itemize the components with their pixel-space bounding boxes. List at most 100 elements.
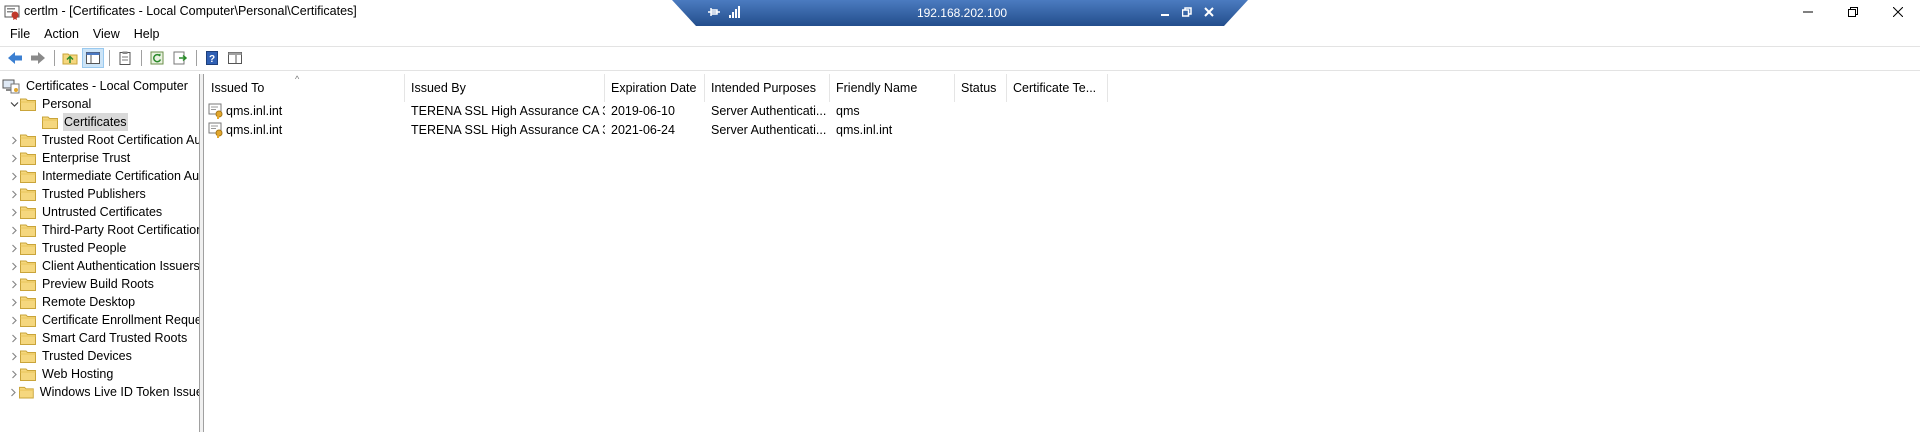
toolbar-bottom-border bbox=[0, 70, 1920, 71]
chevron-right-icon[interactable] bbox=[8, 293, 20, 311]
help-button[interactable]: ? bbox=[201, 48, 223, 68]
tree-item-trusted-publishers[interactable]: Trusted Publishers bbox=[8, 185, 199, 203]
column-header-friendly-name[interactable]: Friendly Name bbox=[830, 74, 955, 102]
menu-view[interactable]: View bbox=[86, 24, 127, 44]
remote-host-address: 192.168.202.100 bbox=[916, 6, 1008, 20]
chevron-right-icon[interactable] bbox=[8, 239, 20, 257]
tree-item-certificate-enrollment-reque[interactable]: Certificate Enrollment Reque bbox=[8, 311, 199, 329]
tree-item-preview-build-roots[interactable]: Preview Build Roots bbox=[8, 275, 199, 293]
chevron-right-icon[interactable] bbox=[8, 167, 20, 185]
tree-item-label: Remote Desktop bbox=[42, 295, 136, 309]
cell-status bbox=[955, 121, 1007, 139]
cell-issued-by: TERENA SSL High Assurance CA 3 bbox=[411, 104, 605, 118]
tree-item-trusted-people[interactable]: Trusted People bbox=[8, 239, 199, 257]
chevron-right-icon[interactable] bbox=[8, 203, 20, 221]
back-button[interactable] bbox=[4, 48, 26, 68]
chevron-right-icon[interactable] bbox=[8, 329, 20, 347]
menu-bar: File Action View Help bbox=[0, 24, 1920, 44]
chevron-right-icon[interactable] bbox=[8, 149, 20, 167]
minimize-button[interactable] bbox=[1785, 0, 1830, 24]
table-row[interactable]: qms.inl.int TERENA SSL High Assurance CA… bbox=[205, 102, 1108, 120]
tree-item-trusted-devices[interactable]: Trusted Devices bbox=[8, 347, 199, 365]
pin-connection-bar-button[interactable] bbox=[707, 5, 721, 19]
show-hide-console-tree-button[interactable] bbox=[82, 48, 104, 68]
tree-item-trusted-root-certification-au[interactable]: Trusted Root Certification Au bbox=[8, 131, 199, 149]
minimize-icon bbox=[1161, 14, 1169, 16]
pin-icon bbox=[708, 8, 720, 16]
folder-icon bbox=[19, 386, 34, 399]
chevron-down-icon[interactable] bbox=[8, 95, 20, 113]
column-header-issued-to[interactable]: Issued To ^ bbox=[205, 74, 405, 102]
folder-icon bbox=[20, 350, 36, 363]
chevron-right-icon[interactable] bbox=[8, 347, 20, 365]
menu-action[interactable]: Action bbox=[37, 24, 86, 44]
view-button[interactable] bbox=[224, 48, 246, 68]
tree-root[interactable]: Certificates - Local Computer bbox=[2, 77, 199, 95]
column-header-issued-by[interactable]: Issued By bbox=[405, 74, 605, 102]
chevron-right-icon[interactable] bbox=[8, 185, 20, 203]
table-row[interactable]: qms.inl.int TERENA SSL High Assurance CA… bbox=[205, 121, 1108, 139]
cell-text: qms.inl.int bbox=[226, 123, 283, 137]
cell-friendly-name: qms.inl.int bbox=[836, 123, 893, 137]
tree-item-label: Smart Card Trusted Roots bbox=[42, 331, 188, 345]
forward-button[interactable] bbox=[27, 48, 49, 68]
tree-item-smart-card-trusted-roots[interactable]: Smart Card Trusted Roots bbox=[8, 329, 199, 347]
menu-file[interactable]: File bbox=[3, 24, 37, 44]
cell-intended-purposes: Server Authenticati... bbox=[711, 123, 827, 137]
tree-item-client-authentication-issuers[interactable]: Client Authentication Issuers bbox=[8, 257, 199, 275]
properties-icon bbox=[119, 51, 131, 65]
tree-item-certificates[interactable]: Certificates bbox=[30, 113, 199, 131]
chevron-right-icon[interactable] bbox=[8, 365, 20, 383]
chevron-right-icon[interactable] bbox=[8, 257, 20, 275]
svg-text:?: ? bbox=[209, 54, 215, 65]
menu-help[interactable]: Help bbox=[127, 24, 167, 44]
rdp-close-button[interactable] bbox=[1200, 4, 1218, 20]
chevron-right-icon[interactable] bbox=[8, 275, 20, 293]
chevron-right-icon[interactable] bbox=[8, 131, 20, 149]
tree-item-windows-live-id-token-issuer[interactable]: Windows Live ID Token Issuer bbox=[8, 383, 199, 401]
certificate-list: Issued To ^ Issued By Expiration Date In… bbox=[205, 74, 1920, 432]
column-header-certificate-template[interactable]: Certificate Te... bbox=[1007, 74, 1108, 102]
tree-item-web-hosting[interactable]: Web Hosting bbox=[8, 365, 199, 383]
cell-issued-by: TERENA SSL High Assurance CA 3 bbox=[411, 123, 605, 137]
toolbar: ? bbox=[0, 48, 1920, 68]
restore-button[interactable] bbox=[1830, 0, 1875, 24]
computer-certificates-icon bbox=[2, 79, 20, 94]
export-list-button[interactable] bbox=[169, 48, 191, 68]
view-icon bbox=[228, 52, 242, 64]
back-arrow-icon bbox=[8, 52, 22, 64]
pane-splitter[interactable] bbox=[200, 74, 204, 432]
toolbar-separator bbox=[109, 50, 110, 66]
close-button[interactable] bbox=[1875, 0, 1920, 24]
folder-icon bbox=[20, 188, 36, 201]
folder-icon bbox=[20, 98, 36, 111]
column-label: Certificate Te... bbox=[1013, 81, 1097, 95]
tree-item-label: Personal bbox=[42, 97, 92, 111]
refresh-button[interactable] bbox=[146, 48, 168, 68]
tree-item-enterprise-trust[interactable]: Enterprise Trust bbox=[8, 149, 199, 167]
tree-item-remote-desktop[interactable]: Remote Desktop bbox=[8, 293, 199, 311]
column-header-intended-purposes[interactable]: Intended Purposes bbox=[705, 74, 830, 102]
connection-quality-button[interactable] bbox=[728, 5, 742, 19]
chevron-right-icon[interactable] bbox=[8, 311, 20, 329]
up-one-level-button[interactable] bbox=[59, 48, 81, 68]
column-header-status[interactable]: Status bbox=[955, 74, 1007, 102]
tree-item-third-party-root-certification[interactable]: Third-Party Root Certification bbox=[8, 221, 199, 239]
toolbar-separator bbox=[54, 50, 55, 66]
cell-friendly-name: qms bbox=[836, 104, 860, 118]
tree-item-untrusted-certificates[interactable]: Untrusted Certificates bbox=[8, 203, 199, 221]
chevron-right-icon[interactable] bbox=[8, 383, 19, 401]
rdp-minimize-button[interactable] bbox=[1156, 4, 1174, 20]
folder-icon bbox=[20, 242, 36, 255]
rdp-restore-button[interactable] bbox=[1178, 4, 1196, 20]
tree-item-label: Untrusted Certificates bbox=[42, 205, 163, 219]
column-header-expiration-date[interactable]: Expiration Date bbox=[605, 74, 705, 102]
folder-icon bbox=[20, 170, 36, 183]
folder-icon bbox=[20, 332, 36, 345]
tree-item-intermediate-certification-au[interactable]: Intermediate Certification Au bbox=[8, 167, 199, 185]
folder-icon bbox=[20, 134, 36, 147]
toolbar-separator bbox=[141, 50, 142, 66]
properties-button[interactable] bbox=[114, 48, 136, 68]
tree-item-personal[interactable]: Personal bbox=[8, 95, 199, 113]
chevron-right-icon[interactable] bbox=[8, 221, 20, 239]
